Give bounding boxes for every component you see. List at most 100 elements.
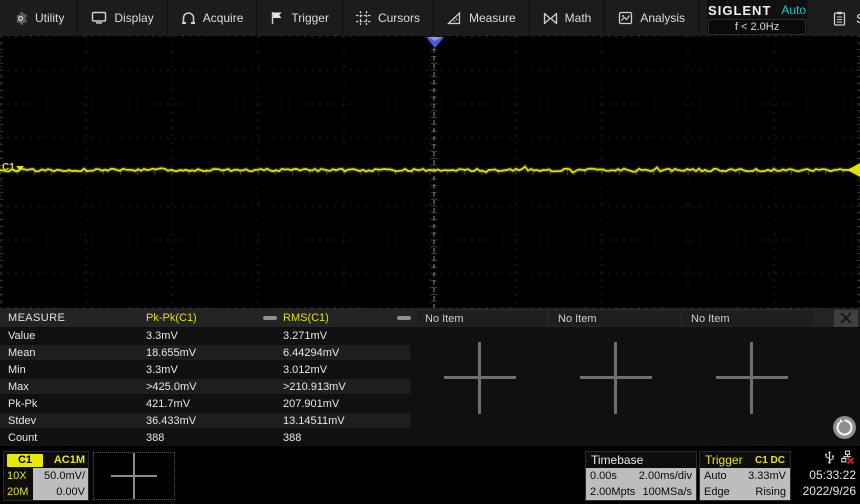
save-button-label: SAVE xyxy=(856,11,860,26)
remove-measure-rms-button[interactable] xyxy=(397,315,411,320)
measurement-panel: MEASURE Pk-Pk(C1) RMS(C1) No Item No Ite… xyxy=(0,308,860,446)
menu-cursors-label: Cursors xyxy=(377,11,420,25)
trigger-type: Edge xyxy=(704,486,730,498)
menu-measure-label: Measure xyxy=(468,11,516,25)
measure-icon xyxy=(446,11,462,25)
acquire-icon xyxy=(181,11,196,25)
acquisition-mode-badge: Auto xyxy=(781,3,807,17)
add-channel-button[interactable] xyxy=(93,452,175,500)
menu-analysis[interactable]: Analysis xyxy=(605,0,700,36)
menu-math[interactable]: Math xyxy=(530,0,606,36)
measure-value-pkpk: 3.3mV xyxy=(146,363,178,376)
measure-value-rms: 6.44294mV xyxy=(283,346,340,359)
reset-statistics-button[interactable] xyxy=(833,416,856,439)
channel1-offset-marker[interactable]: C1 xyxy=(2,162,24,173)
measure-row-label: Stdev xyxy=(8,414,37,427)
add-measurement-button-2[interactable] xyxy=(580,342,652,414)
menu-display-label: Display xyxy=(114,11,154,25)
bottom-status-bar: C1 AC1M 10X 50.0mV/ 20M 0.00V Timebase 0… xyxy=(0,449,860,504)
refresh-icon xyxy=(836,418,853,436)
measure-column-rms[interactable]: RMS(C1) xyxy=(283,308,417,327)
measure-panel-title: MEASURE xyxy=(8,311,66,324)
menu-acquire-label: Acquire xyxy=(202,11,244,25)
waveform-display: C1 xyxy=(0,36,860,308)
menu-math-label: Math xyxy=(564,11,592,25)
menu-measure[interactable]: Measure xyxy=(434,0,530,36)
measure-row-stdev: Stdev 36.433mV 13.14511mV xyxy=(0,412,860,429)
usb-icon xyxy=(824,450,835,469)
display-icon xyxy=(91,11,107,25)
channel1-offset-arrow-icon xyxy=(15,166,24,171)
timebase-box[interactable]: Timebase 0.00s 2.00ms/div 2.00Mpts 100MS… xyxy=(585,451,697,501)
measure-column-empty-1[interactable]: No Item xyxy=(417,311,547,326)
add-measurement-button-1[interactable] xyxy=(444,342,516,414)
measurement-header-row: MEASURE Pk-Pk(C1) RMS(C1) No Item No Ite… xyxy=(0,308,860,327)
measure-row-count: Count 388 388 xyxy=(0,429,860,446)
channel1-descriptor-box[interactable]: C1 AC1M 10X 50.0mV/ 20M 0.00V xyxy=(3,451,89,501)
measure-row-label: Mean xyxy=(8,346,36,359)
trigger-slope: Rising xyxy=(755,486,786,498)
measure-value-rms: 388 xyxy=(283,431,302,444)
brand-status-block: SIGLENT Auto f < 2.0Hz xyxy=(707,0,808,36)
save-button[interactable]: SAVE xyxy=(807,0,860,36)
measure-value-pkpk: >425.0mV xyxy=(146,380,197,393)
add-measurement-button-3[interactable] xyxy=(716,342,788,414)
math-icon xyxy=(543,12,558,25)
measure-row-label: Min xyxy=(8,363,26,376)
close-icon xyxy=(840,312,852,324)
trigger-title: Trigger xyxy=(705,453,743,467)
measure-value-rms: 3.271mV xyxy=(283,329,328,342)
menu-trigger-label: Trigger xyxy=(291,11,329,25)
timebase-delay: 0.00s xyxy=(590,470,617,482)
menu-cursors[interactable]: Cursors xyxy=(343,0,434,36)
menu-display[interactable]: Display xyxy=(78,0,168,36)
menu-trigger[interactable]: Trigger xyxy=(257,0,343,36)
timebase-title: Timebase xyxy=(591,453,644,467)
cursors-icon xyxy=(355,11,371,25)
channel1-attenuation: 10X xyxy=(7,470,27,482)
measure-row-label: Max xyxy=(8,380,29,393)
measure-column-pkpk[interactable]: Pk-Pk(C1) xyxy=(146,308,283,327)
system-date: 2022/9/26 xyxy=(802,484,856,498)
measure-column-empty-3[interactable]: No Item xyxy=(683,311,813,326)
measure-column-empty-2[interactable]: No Item xyxy=(550,311,680,326)
menu-utility[interactable]: Utility xyxy=(0,0,79,36)
flag-icon xyxy=(270,11,284,25)
trigger-level: 3.33mV xyxy=(748,470,786,482)
menu-utility-label: Utility xyxy=(35,11,65,25)
measure-value-pkpk: 18.655mV xyxy=(146,346,197,359)
trigger-box[interactable]: Trigger C1 DC Auto 3.33mV Edge Rising xyxy=(699,451,791,501)
trigger-source: C1 DC xyxy=(754,454,785,466)
trigger-frequency-readout: f < 2.0Hz xyxy=(708,18,807,35)
trigger-level-marker-icon[interactable] xyxy=(847,163,860,177)
lan-disconnected-icon xyxy=(841,449,856,469)
channel1-badge: C1 xyxy=(7,453,43,467)
channel1-scale: 50.0mV/ xyxy=(33,468,88,484)
siglent-logo: SIGLENT xyxy=(708,2,772,18)
channel1-coupling: AC1M xyxy=(53,454,85,466)
top-menu-bar: Utility Display Acquire Trigger Cursors … xyxy=(0,0,860,36)
measure-value-pkpk: 388 xyxy=(146,431,165,444)
channel1-offset: 0.00V xyxy=(33,484,88,500)
close-measure-panel-button[interactable] xyxy=(834,309,858,327)
measure-value-rms: >210.913mV xyxy=(283,380,346,393)
timebase-memory-depth: 2.00Mpts xyxy=(590,486,636,498)
measure-row-label: Value xyxy=(8,329,36,342)
remove-measure-pkpk-button[interactable] xyxy=(263,315,277,320)
trigger-position-marker-icon[interactable] xyxy=(426,37,444,48)
measure-value-pkpk: 421.7mV xyxy=(146,397,191,410)
save-icon xyxy=(833,11,846,26)
measure-value-rms: 3.012mV xyxy=(283,363,328,376)
trigger-mode: Auto xyxy=(704,470,727,482)
menu-analysis-label: Analysis xyxy=(640,11,686,25)
measure-value-pkpk: 36.433mV xyxy=(146,414,197,427)
channel1-bandwidth: 20M xyxy=(7,486,29,498)
measure-value-pkpk: 3.3mV xyxy=(146,329,178,342)
graticule-grid xyxy=(0,36,860,308)
menu-acquire[interactable]: Acquire xyxy=(168,0,258,36)
timebase-scale: 2.00ms/div xyxy=(638,470,692,482)
system-status-box: 05:33:22 2022/9/26 xyxy=(794,449,858,501)
gear-icon xyxy=(13,11,28,26)
timebase-sample-rate: 100MSa/s xyxy=(642,486,692,498)
measure-row-label: Pk-Pk xyxy=(8,397,38,410)
